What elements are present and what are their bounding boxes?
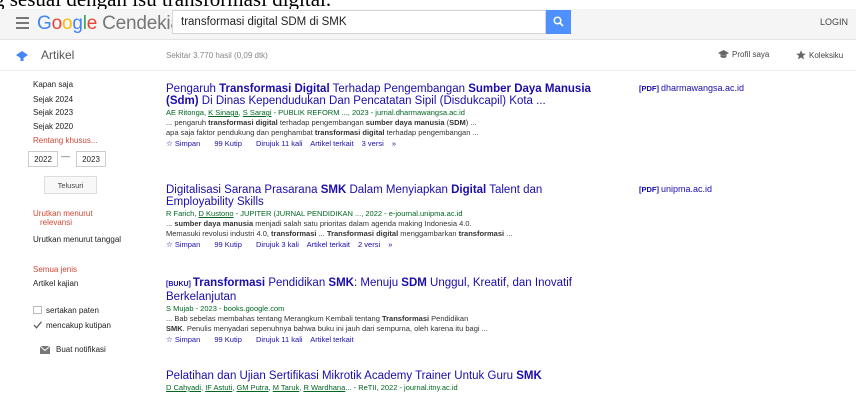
cited-by-link[interactable]: Dirujuk 3 kali: [256, 240, 299, 249]
filter-custom-range[interactable]: Rentang khusus...: [33, 136, 97, 145]
result-item: Digitalisasi Sarana Prasarana SMK Dalam …: [166, 184, 596, 250]
author-link[interactable]: S Saragi: [243, 108, 272, 117]
filter-since-2020[interactable]: Sejak 2020: [33, 122, 73, 131]
more-icon[interactable]: »: [388, 240, 392, 249]
star-icon: [796, 50, 806, 60]
result-authors: S Mujab - 2023 - books.google.com: [166, 304, 285, 313]
cite-link[interactable]: 99 Kutip: [214, 240, 248, 249]
filter-since-2023[interactable]: Sejak 2023: [33, 108, 73, 117]
create-alert-link[interactable]: Buat notifikasi: [39, 345, 106, 354]
author-link[interactable]: R Wardhana: [303, 383, 345, 392]
filter-any-time[interactable]: Kapan saja: [33, 80, 73, 89]
result-actions: ☆ Simpan 99 Kutip Dirujuk 11 kali Artike…: [166, 139, 596, 149]
result-snippet: ... Bab sebelas membahas tentang Merangk…: [166, 314, 469, 323]
result-snippet: ... pengaruh transformasi digital terhad…: [166, 118, 477, 127]
logo-google: Google: [37, 13, 98, 34]
author-link[interactable]: M Taruk: [273, 383, 300, 392]
related-articles-link[interactable]: Artikel terkait: [310, 335, 353, 344]
menu-icon[interactable]: [16, 17, 29, 29]
cite-link[interactable]: 99 Kutip: [214, 139, 248, 148]
related-articles-link[interactable]: Artikel terkait: [307, 240, 350, 249]
book-tag: [BUKU]: [166, 281, 191, 288]
sub-header: Artikel Sekitar 3.770 hasil (0,09 dtk) P…: [0, 40, 856, 71]
cite-link[interactable]: 99 Kutip: [214, 335, 248, 344]
save-link[interactable]: ☆ Simpan: [166, 335, 206, 344]
save-link[interactable]: ☆ Simpan: [166, 139, 206, 148]
top-bar: GoogleCendekia LOGIN: [0, 9, 856, 40]
filter-since-2024[interactable]: Sejak 2024: [33, 95, 73, 104]
google-scholar-logo[interactable]: Google Cendekia: [37, 13, 181, 35]
results-count: Sekitar 3.770 hasil (0,09 dtk): [166, 51, 268, 60]
versions-link[interactable]: 2 versi: [358, 240, 380, 249]
logo-product: Cendekia: [102, 13, 181, 34]
result-item: [BUKU] Transformasi Pendidikan SMK: Menuj…: [166, 277, 596, 345]
articles-icon: [16, 51, 28, 61]
result-snippet: ... sumber daya manusia menjadi salah sa…: [166, 219, 472, 228]
result-title[interactable]: Pengaruh Transformasi Digital Terhadap P…: [166, 83, 596, 107]
author-link[interactable]: D Cahyadi: [166, 383, 201, 392]
search-icon: [553, 15, 564, 27]
checkbox-empty-icon: [33, 306, 42, 314]
type-all[interactable]: Semua jenis: [33, 265, 77, 274]
author-link[interactable]: IF Astuti: [205, 383, 232, 392]
pdf-link[interactable]: [PDF] unipma.ac.id: [639, 184, 712, 194]
year-from-input[interactable]: [28, 151, 58, 167]
author-link[interactable]: D Kustono: [199, 209, 234, 218]
caption-fragment: g sesuai dengan isu transformasi digital…: [0, 0, 856, 9]
result-item: Pengaruh Transformasi Digital Terhadap P…: [166, 83, 596, 149]
result-authors: R Farich, D Kustono - JUPITER (JURNAL PE…: [166, 209, 463, 218]
versions-link[interactable]: 3 versi: [362, 139, 384, 148]
result-actions: ☆ Simpan 99 Kutip Dirujuk 3 kali Artikel…: [166, 240, 596, 250]
include-patents-checkbox[interactable]: sertakan paten: [33, 306, 99, 315]
library-link[interactable]: Koleksiku: [796, 50, 843, 60]
cited-by-link[interactable]: Dirujuk 11 kali: [256, 139, 303, 148]
result-title[interactable]: [BUKU] Transformasi Pendidikan SMK: Menuj…: [166, 277, 596, 303]
result-authors: AE Ritonga, K Sinaga, S Saragi - PUBLIK …: [166, 108, 465, 117]
year-separator: —: [61, 151, 70, 161]
result-title[interactable]: Digitalisasi Sarana Prasarana SMK Dalam …: [166, 184, 596, 208]
related-articles-link[interactable]: Artikel terkait: [310, 139, 353, 148]
checkmark-icon: [33, 321, 42, 329]
author-link[interactable]: K Sinaga: [208, 108, 238, 117]
result-actions: ☆ Simpan 99 Kutip Dirujuk 11 kali Artike…: [166, 335, 596, 345]
result-snippet: Memasuki revolusi industri 4.0, transfor…: [166, 229, 513, 238]
result-item: Pelatihan dan Ujian Sertifikasi Mikrotik…: [166, 370, 596, 393]
result-title[interactable]: Pelatihan dan Ujian Sertifikasi Mikrotik…: [166, 370, 596, 382]
sort-by-date[interactable]: Urutkan menurut tanggal: [33, 235, 121, 244]
type-review-articles[interactable]: Artikel kajian: [33, 279, 78, 288]
result-snippet: SMK. Penulis menyadari sepenuhnya bahwa …: [166, 324, 488, 333]
author-link[interactable]: GM Putra: [236, 383, 268, 392]
sort-by-relevance[interactable]: Urutkan menurut relevansi: [33, 209, 93, 227]
more-icon[interactable]: »: [392, 139, 396, 148]
save-link[interactable]: ☆ Simpan: [166, 240, 206, 249]
year-to-input[interactable]: [76, 151, 106, 167]
search-button[interactable]: [546, 10, 571, 34]
envelope-icon: [39, 345, 51, 354]
pdf-link[interactable]: [PDF] dharmawangsa.ac.id: [639, 83, 744, 93]
result-snippet: apa saja faktor pendukung dan penghambat…: [166, 128, 479, 137]
section-title: Artikel: [41, 48, 75, 62]
cited-by-link[interactable]: Dirujuk 11 kali: [256, 335, 303, 344]
result-authors: D Cahyadi, IF Astuti, GM Putra, M Taruk,…: [166, 383, 458, 392]
profile-link[interactable]: Profil saya: [718, 50, 769, 59]
graduation-cap-icon: [718, 50, 729, 58]
search-range-button[interactable]: Telusuri: [44, 176, 97, 194]
include-citations-checkbox[interactable]: mencakup kutipan: [33, 321, 111, 330]
login-link[interactable]: LOGIN: [820, 17, 848, 27]
search-input[interactable]: [172, 10, 546, 34]
